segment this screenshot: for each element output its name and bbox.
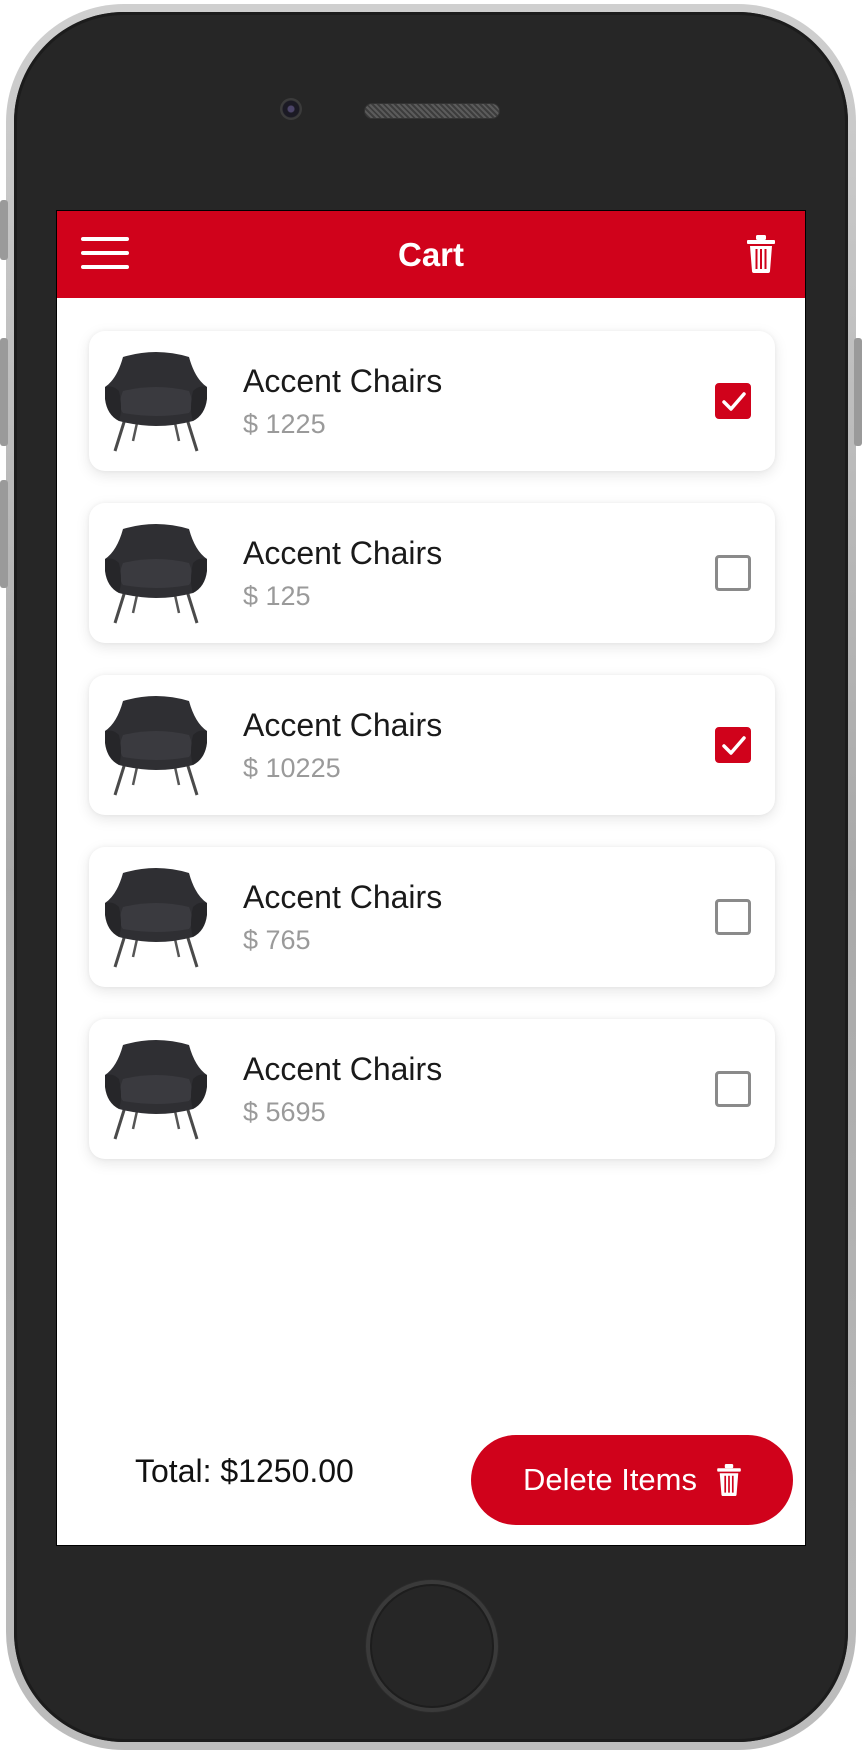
delete-items-label: Delete Items <box>522 1462 697 1497</box>
app-screen: Cart Accent Chairs $ 1225 Accent Chairs $ … <box>56 210 806 1546</box>
item-price: $ 765 <box>243 925 311 955</box>
item-name: Accent Chairs <box>243 363 443 399</box>
cart-item[interactable]: Accent Chairs $ 5695 <box>89 1019 775 1159</box>
item-checkbox[interactable] <box>715 555 751 591</box>
product-thumbnail <box>103 349 209 453</box>
item-name: Accent Chairs <box>243 879 443 915</box>
product-thumbnail <box>103 521 209 625</box>
item-name: Accent Chairs <box>243 535 443 571</box>
volume-down-button <box>0 480 8 588</box>
product-thumbnail <box>103 1037 209 1141</box>
item-checkbox[interactable] <box>715 727 751 763</box>
item-price: $ 1225 <box>243 409 326 439</box>
delete-items-button[interactable]: Delete Items <box>471 1435 793 1525</box>
cart-item[interactable]: Accent Chairs $ 1225 <box>89 331 775 471</box>
trash-icon[interactable] <box>747 235 775 273</box>
cart-total: Total: $1250.00 <box>135 1453 354 1489</box>
mute-switch <box>0 200 8 260</box>
item-name: Accent Chairs <box>243 1051 443 1087</box>
cart-item[interactable]: Accent Chairs $ 125 <box>89 503 775 643</box>
cart-item[interactable]: Accent Chairs $ 765 <box>89 847 775 987</box>
page-title: Cart <box>397 235 465 273</box>
item-price: $ 10225 <box>243 753 341 783</box>
item-checkbox[interactable] <box>715 899 751 935</box>
cart-list: Accent Chairs $ 1225 Accent Chairs $ 125 A… <box>89 331 775 1191</box>
home-button[interactable] <box>366 1580 498 1712</box>
item-price: $ 125 <box>243 581 311 611</box>
power-button <box>854 338 862 446</box>
app-bar: Cart <box>57 211 805 298</box>
earpiece-speaker <box>364 103 500 119</box>
item-checkbox[interactable] <box>715 383 751 419</box>
item-checkbox[interactable] <box>715 1071 751 1107</box>
product-thumbnail <box>103 693 209 797</box>
front-camera <box>280 98 302 120</box>
item-price: $ 5695 <box>243 1097 326 1127</box>
trash-icon <box>717 1464 741 1496</box>
volume-up-button <box>0 338 8 446</box>
hamburger-icon[interactable] <box>81 237 129 271</box>
cart-item[interactable]: Accent Chairs $ 10225 <box>89 675 775 815</box>
item-name: Accent Chairs <box>243 707 443 743</box>
product-thumbnail <box>103 865 209 969</box>
